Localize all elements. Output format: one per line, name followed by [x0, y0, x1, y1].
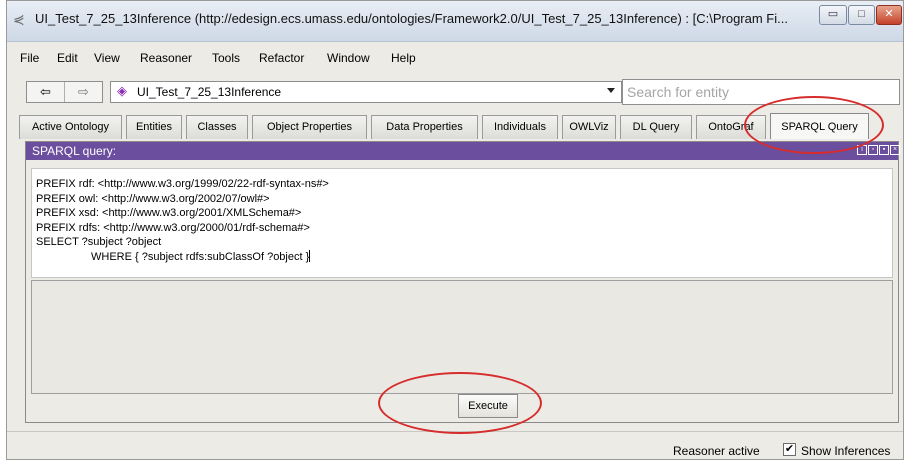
sparql-query-editor[interactable]: PREFIX rdf: <http://www.w3.org/1999/02/2… — [31, 168, 893, 278]
title-bar: ⋞ UI_Test_7_25_13Inference (http://edesi… — [7, 1, 903, 42]
tab-active-ontology[interactable]: Active Ontology — [19, 115, 122, 139]
tab-owlviz[interactable]: OWLViz — [562, 115, 616, 139]
minimize-button[interactable]: ▭ — [819, 5, 847, 25]
tab-data-properties[interactable]: Data Properties — [371, 115, 478, 139]
show-inferences-checkbox[interactable]: ✔ — [783, 443, 796, 456]
chevron-down-icon[interactable] — [607, 88, 615, 93]
tab-ontograf[interactable]: OntoGraf — [696, 115, 766, 139]
tab-classes[interactable]: Classes — [186, 115, 248, 139]
view-title: SPARQL query: — [32, 144, 117, 158]
menu-refactor[interactable]: Refactor — [259, 51, 304, 65]
tab-object-properties[interactable]: Object Properties — [252, 115, 367, 139]
navigation-bar: ⇦ ⇨ ◈ UI_Test_7_25_13Inference — [7, 77, 903, 109]
query-line: PREFIX rdf: <http://www.w3.org/1999/02/2… — [36, 178, 329, 190]
view-close-icon[interactable]: × — [890, 145, 900, 155]
sparql-query-view: SPARQL query: i ▫ ▪ × PREFIX rdf: <http:… — [25, 141, 900, 423]
history-buttons: ⇦ ⇨ — [26, 81, 103, 103]
tab-dl-query[interactable]: DL Query — [620, 115, 692, 139]
ontology-name: UI_Test_7_25_13Inference — [137, 85, 282, 99]
close-button[interactable]: ✕ — [876, 5, 902, 25]
app-icon: ⋞ — [13, 11, 25, 27]
query-line: PREFIX owl: <http://www.w3.org/2002/07/o… — [36, 192, 270, 205]
query-line: PREFIX xsd: <http://www.w3.org/2001/XMLS… — [36, 207, 302, 219]
menu-reasoner[interactable]: Reasoner — [140, 51, 192, 65]
menu-help[interactable]: Help — [391, 51, 416, 65]
tab-sparql-query[interactable]: SPARQL Query — [770, 113, 869, 139]
back-arrow-icon[interactable]: ⇦ — [27, 82, 65, 102]
menu-view[interactable]: View — [94, 51, 120, 65]
tab-bar: Active Ontology Entities Classes Object … — [19, 113, 899, 141]
menu-edit[interactable]: Edit — [57, 51, 78, 65]
query-results-area[interactable] — [31, 280, 893, 394]
ontology-icon: ◈ — [117, 83, 127, 98]
view-header: SPARQL query: i ▫ ▪ × — [26, 142, 900, 160]
tab-individuals[interactable]: Individuals — [482, 115, 558, 139]
search-input[interactable] — [622, 79, 900, 105]
view-float-icon[interactable]: ▫ — [868, 145, 878, 155]
show-inferences-label: Show Inferences — [801, 444, 891, 458]
tab-entities[interactable]: Entities — [126, 115, 182, 139]
menu-tools[interactable]: Tools — [212, 51, 240, 65]
reasoner-status: Reasoner active — [673, 444, 760, 458]
forward-arrow-icon[interactable]: ⇨ — [65, 82, 102, 102]
app-window: ⋞ UI_Test_7_25_13Inference (http://edesi… — [6, 0, 904, 460]
menu-file[interactable]: File — [20, 51, 39, 65]
maximize-button[interactable]: □ — [848, 5, 875, 25]
window-title: UI_Test_7_25_13Inference (http://edesign… — [35, 11, 788, 26]
query-line: PREFIX rdfs: <http://www.w3.org/2000/01/… — [36, 221, 310, 234]
ontology-selector[interactable]: ◈ UI_Test_7_25_13Inference — [110, 81, 622, 103]
view-maximize-icon[interactable]: ▪ — [879, 145, 889, 155]
menu-bar: File Edit View Reasoner Tools Refactor W… — [7, 47, 903, 69]
query-line: WHERE { ?subject rdfs:subClassOf ?object… — [36, 250, 310, 263]
execute-button[interactable]: Execute — [458, 394, 518, 418]
view-info-icon[interactable]: i — [857, 145, 867, 155]
query-line: SELECT ?subject ?object — [36, 236, 162, 248]
status-separator — [7, 431, 903, 432]
text-caret — [309, 249, 311, 262]
menu-window[interactable]: Window — [327, 51, 370, 65]
